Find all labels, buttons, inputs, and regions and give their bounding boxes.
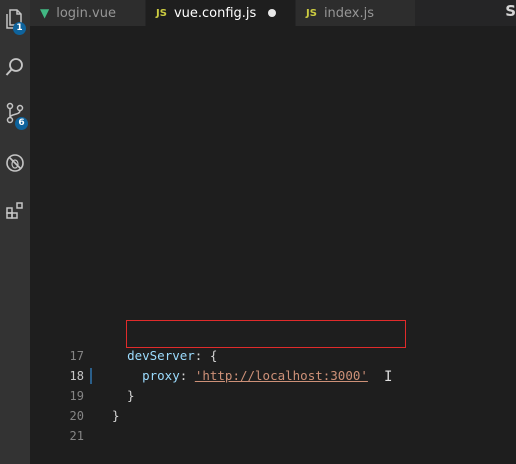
- code-line: 8 lintOnSave: false,: [30, 166, 516, 186]
- code-line: 3 const resolve = dir => path.join(__dir…: [30, 66, 516, 86]
- activity-bar: 1 6: [0, 0, 30, 464]
- files-icon[interactable]: 1: [0, 4, 30, 35]
- code-line: 2: [30, 46, 516, 66]
- code-line: 9 baseUrl: BASE_URL,: [30, 186, 516, 206]
- line-number: 9: [76, 189, 84, 203]
- code-text: const path = require('path'): [112, 28, 323, 43]
- code-line: 7 module.exports = {: [30, 146, 516, 166]
- code-line: 12 .set('@', resolve('src')): [30, 246, 516, 266]
- debug-icon[interactable]: [0, 148, 30, 178]
- code-text: const resolve = dir => path.join(__dirna…: [112, 68, 474, 83]
- line-number: 16: [69, 329, 84, 343]
- line-number: 1: [76, 29, 84, 43]
- code-line: 6: [30, 126, 516, 146]
- highlight-box: [126, 320, 406, 348]
- line-number: 8: [76, 169, 84, 183]
- tab-login-vue[interactable]: ▼ login.vue: [30, 0, 146, 26]
- tab-index-js[interactable]: JS index.js: [296, 0, 416, 26]
- tab-label: vue.config.js: [173, 5, 257, 21]
- code-text: },: [112, 288, 143, 303]
- code-line: 1 const path = require('path'): [30, 26, 516, 46]
- tab-label: login.vue: [56, 5, 116, 21]
- line-number: 14: [69, 289, 84, 303]
- line-number: 3: [76, 69, 84, 83]
- code-text: const BASE_URL = process.env.NODE_ENV ==…: [112, 108, 511, 123]
- code-text: module.exports = {: [112, 148, 248, 163]
- code-text: .set('@', resolve('src')): [112, 248, 346, 263]
- line-number: 11: [69, 229, 84, 243]
- line-number: 4: [76, 89, 84, 103]
- explorer-badge: 1: [13, 22, 26, 35]
- search-icon[interactable]: [0, 52, 30, 82]
- code-text: .set('_c', resolve('src/components')): [112, 268, 436, 283]
- change-indicator: [90, 368, 92, 384]
- code-line: 10 chainWebpack: config => {: [30, 206, 516, 226]
- js-icon: JS: [156, 7, 167, 19]
- line-number: 5: [76, 109, 84, 123]
- tab-vue-config-js[interactable]: JS vue.config.js: [146, 0, 296, 26]
- tab-bar: ▼ login.vue JS vue.config.js JS index.js…: [30, 0, 516, 26]
- code-text: baseUrl: BASE_URL,: [127, 188, 263, 203]
- code-line: 14 },: [30, 286, 516, 306]
- line-number: 2: [76, 49, 84, 63]
- scm-badge: 6: [15, 117, 28, 130]
- code-text: config.resolve.alias: [142, 228, 293, 243]
- tab-label: index.js: [323, 5, 375, 21]
- unsaved-dot-icon[interactable]: [268, 9, 277, 17]
- code-text: chainWebpack: config => {: [127, 208, 316, 223]
- text-cursor-icon: I: [384, 369, 393, 385]
- line-number: 12: [69, 249, 84, 263]
- source-control-icon[interactable]: 6: [0, 98, 30, 130]
- code-text: lintOnSave: false,: [127, 168, 263, 183]
- overflow-text: S: [505, 2, 516, 20]
- code-editor[interactable]: 1 const path = require('path') 2 3 const…: [30, 26, 516, 464]
- line-number: 6: [76, 129, 84, 143]
- code-line: 5 const BASE_URL = process.env.NODE_ENV …: [30, 106, 516, 126]
- extensions-icon[interactable]: [0, 196, 30, 226]
- vue-icon: ▼: [40, 6, 50, 20]
- js-icon: JS: [306, 7, 317, 19]
- code-line: 13 .set('_c', resolve('src/components')): [30, 266, 516, 286]
- line-number: 10: [69, 209, 84, 223]
- code-line: 4: [30, 86, 516, 106]
- code-line: 11 config.resolve.alias: [30, 226, 516, 246]
- line-number: 15: [69, 309, 84, 323]
- line-number: 7: [76, 149, 84, 163]
- line-number: 13: [69, 269, 84, 283]
